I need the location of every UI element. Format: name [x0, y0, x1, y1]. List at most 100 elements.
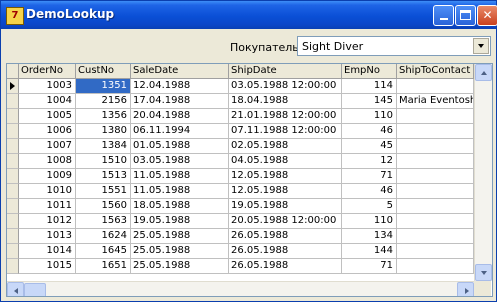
grid-cell-orderno[interactable]: 1005 — [19, 109, 76, 124]
grid-cell-orderno[interactable]: 1009 — [19, 169, 76, 184]
grid-cell-shiptocontact[interactable]: Maria Eventosh — [397, 94, 474, 109]
grid-cell-orderno[interactable]: 1014 — [19, 244, 76, 259]
maximize-button[interactable] — [455, 5, 476, 26]
grid-cell-shiptocontact[interactable] — [397, 184, 474, 199]
row-indicator[interactable] — [7, 154, 19, 169]
grid-cell-shiptocontact[interactable] — [397, 259, 474, 274]
close-button[interactable]: ✕ — [477, 5, 497, 26]
grid-cell-shipdate[interactable]: 04.05.1988 — [229, 154, 342, 169]
title-bar[interactable]: 7 DemoLookup ✕ — [1, 1, 497, 29]
grid-cell-orderno[interactable]: 1013 — [19, 229, 76, 244]
row-indicator[interactable] — [7, 109, 19, 124]
column-header-shipdate[interactable]: ShipDate — [229, 64, 342, 79]
grid-cell-saledate[interactable]: 25.05.1988 — [131, 259, 229, 274]
grid-cell-orderno[interactable]: 1004 — [19, 94, 76, 109]
column-header-shiptocontact[interactable]: ShipToContact — [397, 64, 474, 79]
grid-cell-custno[interactable]: 1651 — [76, 259, 131, 274]
grid-cell-saledate[interactable]: 25.05.1988 — [131, 244, 229, 259]
row-indicator[interactable] — [7, 184, 19, 199]
row-indicator[interactable] — [7, 244, 19, 259]
orders-data-grid[interactable]: OrderNo CustNo SaleDate ShipDate EmpNo ShipTo… — [6, 63, 493, 297]
grid-cell-shipdate[interactable]: 21.01.1988 12:00:00 — [229, 109, 342, 124]
grid-cell-saledate[interactable]: 17.04.1988 — [131, 94, 229, 109]
scroll-left-button[interactable] — [7, 282, 24, 296]
grid-cell-empno[interactable]: 145 — [342, 94, 397, 109]
grid-cell-empno[interactable]: 45 — [342, 139, 397, 154]
column-header-saledate[interactable]: SaleDate — [131, 64, 229, 79]
vertical-scrollbar[interactable] — [474, 64, 492, 281]
grid-cell-saledate[interactable]: 03.05.1988 — [131, 154, 229, 169]
grid-cell-saledate[interactable]: 12.04.1988 — [131, 79, 229, 94]
grid-cell-shipdate[interactable]: 26.05.1988 — [229, 244, 342, 259]
grid-cell-shipdate[interactable]: 19.05.1988 — [229, 199, 342, 214]
row-indicator[interactable] — [7, 94, 19, 109]
grid-cell-custno[interactable]: 2156 — [76, 94, 131, 109]
grid-cell-empno[interactable]: 12 — [342, 154, 397, 169]
grid-cell-empno[interactable]: 46 — [342, 184, 397, 199]
grid-cell-empno[interactable]: 110 — [342, 214, 397, 229]
grid-cell-shipdate[interactable]: 07.11.1988 12:00:00 — [229, 124, 342, 139]
grid-cell-shipdate[interactable]: 12.05.1988 — [229, 184, 342, 199]
grid-cell-custno[interactable]: 1513 — [76, 169, 131, 184]
scroll-right-button[interactable] — [457, 282, 474, 296]
grid-cell-empno[interactable]: 46 — [342, 124, 397, 139]
grid-cell-empno[interactable]: 114 — [342, 79, 397, 94]
row-indicator[interactable] — [7, 79, 19, 94]
grid-cell-shiptocontact[interactable] — [397, 229, 474, 244]
row-indicator[interactable] — [7, 139, 19, 154]
customer-lookup-combobox[interactable]: Sight Diver — [297, 36, 491, 56]
row-indicator[interactable] — [7, 259, 19, 274]
grid-cell-empno[interactable]: 144 — [342, 244, 397, 259]
grid-cell-saledate[interactable]: 06.11.1994 — [131, 124, 229, 139]
grid-cell-empno[interactable]: 71 — [342, 169, 397, 184]
grid-cell-custno[interactable]: 1351 — [76, 79, 131, 94]
grid-cell-shipdate[interactable]: 18.04.1988 — [229, 94, 342, 109]
grid-cell-saledate[interactable]: 18.05.1988 — [131, 199, 229, 214]
grid-cell-shiptocontact[interactable] — [397, 79, 474, 94]
grid-cell-empno[interactable]: 134 — [342, 229, 397, 244]
minimize-button[interactable] — [433, 5, 454, 26]
grid-cell-shiptocontact[interactable] — [397, 109, 474, 124]
grid-cell-shiptocontact[interactable] — [397, 199, 474, 214]
row-indicator[interactable] — [7, 229, 19, 244]
grid-cell-custno[interactable]: 1551 — [76, 184, 131, 199]
row-indicator[interactable] — [7, 124, 19, 139]
grid-cell-saledate[interactable]: 19.05.1988 — [131, 214, 229, 229]
grid-cell-orderno[interactable]: 1010 — [19, 184, 76, 199]
grid-cell-custno[interactable]: 1560 — [76, 199, 131, 214]
grid-cell-orderno[interactable]: 1006 — [19, 124, 76, 139]
grid-cell-orderno[interactable]: 1012 — [19, 214, 76, 229]
grid-cell-orderno[interactable]: 1007 — [19, 139, 76, 154]
grid-cell-shipdate[interactable]: 26.05.1988 — [229, 259, 342, 274]
grid-cell-empno[interactable]: 5 — [342, 199, 397, 214]
scroll-up-button[interactable] — [475, 64, 492, 81]
horizontal-scrollbar[interactable] — [7, 281, 474, 296]
grid-cell-saledate[interactable]: 11.05.1988 — [131, 184, 229, 199]
column-header-orderno[interactable]: OrderNo — [19, 64, 76, 79]
grid-cell-shiptocontact[interactable] — [397, 244, 474, 259]
grid-cell-saledate[interactable]: 01.05.1988 — [131, 139, 229, 154]
grid-cell-shiptocontact[interactable] — [397, 169, 474, 184]
row-indicator[interactable] — [7, 169, 19, 184]
grid-cell-saledate[interactable]: 20.04.1988 — [131, 109, 229, 124]
grid-cell-shiptocontact[interactable] — [397, 124, 474, 139]
grid-cell-empno[interactable]: 110 — [342, 109, 397, 124]
row-indicator[interactable] — [7, 214, 19, 229]
grid-cell-orderno[interactable]: 1003 — [19, 79, 76, 94]
scroll-down-button[interactable] — [475, 264, 492, 281]
grid-cell-shiptocontact[interactable] — [397, 154, 474, 169]
grid-cell-shipdate[interactable]: 12.05.1988 — [229, 169, 342, 184]
grid-cell-saledate[interactable]: 11.05.1988 — [131, 169, 229, 184]
grid-cell-saledate[interactable]: 25.05.1988 — [131, 229, 229, 244]
grid-cell-orderno[interactable]: 1008 — [19, 154, 76, 169]
combobox-dropdown-button[interactable] — [473, 38, 489, 54]
grid-cell-orderno[interactable]: 1015 — [19, 259, 76, 274]
grid-cell-custno[interactable]: 1510 — [76, 154, 131, 169]
delphi-app-icon[interactable]: 7 — [6, 7, 24, 25]
grid-cell-shipdate[interactable]: 20.05.1988 12:00:00 — [229, 214, 342, 229]
grid-cell-shipdate[interactable]: 03.05.1988 12:00:00 — [229, 79, 342, 94]
grid-cell-custno[interactable]: 1356 — [76, 109, 131, 124]
column-header-custno[interactable]: CustNo — [76, 64, 131, 79]
grid-cell-orderno[interactable]: 1011 — [19, 199, 76, 214]
grid-cell-shipdate[interactable]: 02.05.1988 — [229, 139, 342, 154]
